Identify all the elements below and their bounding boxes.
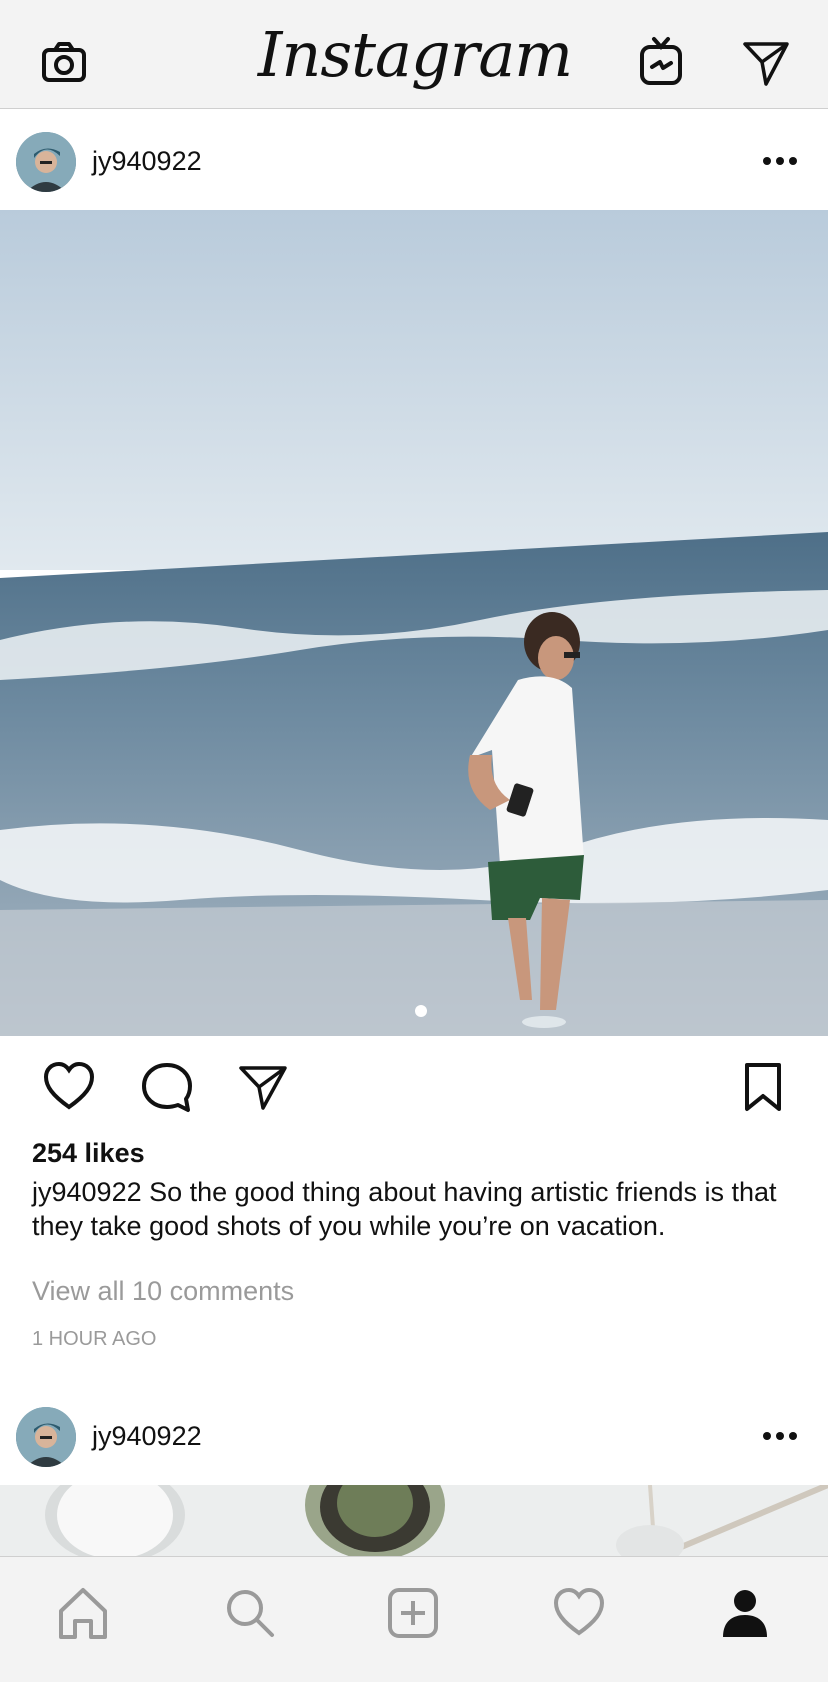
caption-text: So the good thing about having artistic … <box>32 1177 777 1241</box>
top-bar: Instagram <box>0 0 828 109</box>
avatar[interactable] <box>16 1407 76 1467</box>
new-post-icon[interactable] <box>385 1585 441 1641</box>
post-username[interactable]: jy940922 <box>92 1421 202 1452</box>
search-icon[interactable] <box>222 1585 278 1641</box>
bottom-nav <box>0 1556 828 1682</box>
caption: jy940922 So the good thing about having … <box>32 1175 802 1243</box>
direct-message-icon[interactable] <box>740 36 792 88</box>
avatar[interactable] <box>16 132 76 192</box>
share-icon[interactable] <box>236 1060 290 1114</box>
post-username[interactable]: jy940922 <box>92 146 202 177</box>
like-count[interactable]: 254 likes <box>32 1138 145 1169</box>
caption-username[interactable]: jy940922 <box>32 1177 142 1207</box>
app-logo: Instagram <box>257 18 573 91</box>
home-icon[interactable] <box>55 1585 111 1641</box>
like-heart-icon[interactable] <box>42 1060 96 1114</box>
post-header: jy940922 <box>0 1385 828 1485</box>
view-all-comments-link[interactable]: View all 10 comments <box>32 1276 294 1307</box>
post-photo[interactable] <box>0 1485 828 1556</box>
activity-icon[interactable] <box>551 1585 607 1641</box>
bookmark-icon[interactable] <box>736 1060 790 1114</box>
post-header: jy940922 <box>0 110 828 210</box>
carousel-indicator <box>415 1005 427 1017</box>
post-timestamp: 1 HOUR AGO <box>32 1328 157 1350</box>
more-options-icon[interactable] <box>762 156 798 166</box>
camera-icon[interactable] <box>38 36 90 88</box>
igtv-icon[interactable] <box>636 36 688 88</box>
comment-icon[interactable] <box>140 1060 194 1114</box>
post-photo[interactable] <box>0 210 828 1036</box>
more-options-icon[interactable] <box>762 1431 798 1441</box>
profile-icon[interactable] <box>717 1585 773 1641</box>
